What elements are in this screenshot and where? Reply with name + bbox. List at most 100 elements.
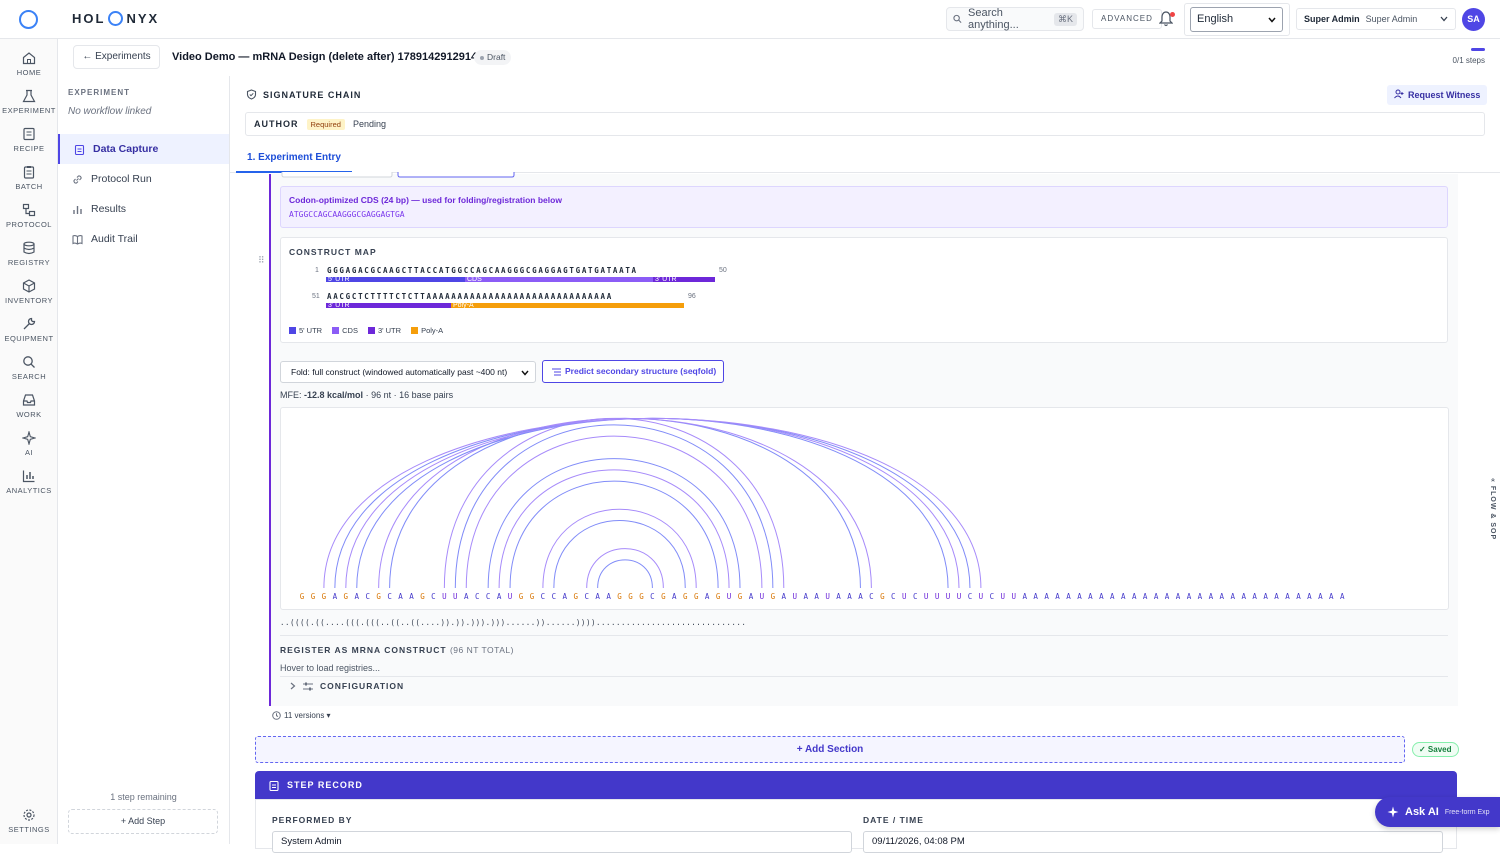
- global-search-input[interactable]: Search anything... ⌘K: [946, 7, 1084, 31]
- step-record-header: STEP RECORD: [255, 771, 1457, 799]
- request-witness-label: Request Witness: [1408, 90, 1481, 100]
- user-name: Super Admin: [1365, 14, 1418, 24]
- signature-heading-label: SIGNATURE CHAIN: [263, 89, 362, 100]
- clock-icon: [272, 711, 281, 720]
- advanced-search-button[interactable]: ADVANCED: [1092, 9, 1162, 29]
- chevron-down-icon: [521, 370, 529, 376]
- nucleotide-label: A: [1307, 592, 1312, 601]
- base-pair-arc: [323, 417, 982, 589]
- rail-item-ai[interactable]: AI: [0, 431, 58, 457]
- step-tabs: 1. Experiment Entry: [230, 145, 1500, 173]
- register-hint[interactable]: Hover to load registries...: [280, 663, 380, 673]
- segment-cds[interactable]: CDS: [465, 276, 653, 283]
- rail-label: HOME: [16, 68, 42, 77]
- nucleotide-label: A: [1044, 592, 1049, 601]
- rail-item-recipe[interactable]: RECIPE: [0, 127, 58, 153]
- clipboard-icon: [269, 780, 279, 791]
- add-section-button[interactable]: + Add Section: [255, 736, 1405, 763]
- fold-mode-select[interactable]: Fold: full construct (windowed automatic…: [280, 361, 536, 383]
- rail-item-inventory[interactable]: INVENTORY: [0, 279, 58, 305]
- drag-handle-icon[interactable]: ⠿: [258, 255, 265, 266]
- construct-row2-sequence: AACGCTCTTTTCTCTTAAAAAAAAAAAAAAAAAAAAAAAA…: [327, 292, 613, 301]
- row1-start: 1: [315, 267, 319, 274]
- segment-5utr[interactable]: 5' UTR: [326, 276, 465, 283]
- configuration-label: CONFIGURATION: [320, 681, 405, 691]
- app-logo-icon[interactable]: [19, 10, 38, 29]
- sidebar-item-protocol-run[interactable]: Protocol Run: [58, 164, 229, 194]
- back-to-experiments-button[interactable]: ← Experiments: [73, 45, 160, 69]
- sidebar-item-label: Data Capture: [93, 143, 159, 155]
- add-step-button[interactable]: + Add Step: [68, 809, 218, 834]
- signature-status: Pending: [352, 119, 386, 129]
- register-heading: REGISTER AS MRNA CONSTRUCT (96 NT TOTAL): [280, 645, 514, 655]
- flow-sop-tab[interactable]: « FLOW & SOP: [1486, 478, 1496, 540]
- ask-ai-button[interactable]: Ask AI Free-form Exp: [1375, 797, 1500, 827]
- nucleotide-label: A: [333, 592, 338, 601]
- avatar[interactable]: SA: [1462, 8, 1485, 31]
- rail-item-search[interactable]: SEARCH: [0, 355, 58, 381]
- nucleotide-label: C: [541, 592, 546, 601]
- left-nav-rail: HOME EXPERIMENT RECIPE BATCH PROTOCOL RE…: [0, 39, 58, 844]
- segment-polya[interactable]: Poly-A: [451, 302, 684, 309]
- sliders-icon: [303, 682, 313, 690]
- dot-bracket-notation: ..((((.((....(((.(((..((..((....)).)).))…: [280, 618, 747, 627]
- versions-dropdown[interactable]: 11 versions ▾: [272, 711, 331, 720]
- segment-label: Poly-A: [453, 302, 474, 309]
- base-pair-arc: [487, 458, 741, 589]
- sidebar-item-results[interactable]: Results: [58, 194, 229, 224]
- toolbar-buttons-partial: [281, 172, 515, 178]
- nucleotide-label: A: [1296, 592, 1301, 601]
- rail-item-work[interactable]: WORK: [0, 393, 58, 419]
- row1-end: 50: [719, 267, 727, 274]
- nucleotide-label: A: [497, 592, 502, 601]
- datetime-field[interactable]: 09/11/2026, 04:08 PM: [863, 831, 1443, 853]
- rail-item-settings[interactable]: SETTINGS: [0, 808, 58, 834]
- segment-3utr-row1[interactable]: 3' UTR: [653, 276, 715, 283]
- base-pair-arc: [334, 418, 971, 589]
- codon-title: Codon-optimized CDS (24 bp) — used for f…: [289, 195, 562, 205]
- bar-chart-icon: [73, 205, 82, 214]
- rail-item-analytics[interactable]: ANALYTICS: [0, 469, 58, 495]
- nucleotide-label: A: [1099, 592, 1104, 601]
- nucleotide-label: A: [1154, 592, 1159, 601]
- legend-label: 3' UTR: [377, 326, 402, 335]
- performed-by-value: System Admin: [281, 836, 342, 847]
- nucleotide-label: U: [1001, 592, 1006, 601]
- sidebar-item-data-capture[interactable]: Data Capture: [58, 134, 229, 164]
- rail-item-experiment[interactable]: EXPERIMENT: [0, 89, 58, 115]
- language-select[interactable]: English: [1190, 7, 1283, 32]
- box-icon: [22, 279, 36, 293]
- configuration-toggle[interactable]: CONFIGURATION: [290, 681, 404, 691]
- rail-item-registry[interactable]: REGISTRY: [0, 241, 58, 267]
- rail-item-protocol[interactable]: PROTOCOL: [0, 203, 58, 229]
- predict-structure-button[interactable]: Predict secondary structure (seqfold): [542, 360, 724, 383]
- performed-by-field[interactable]: System Admin: [272, 831, 852, 853]
- nucleotide-label: A: [1187, 592, 1192, 601]
- rail-item-home[interactable]: HOME: [0, 51, 58, 77]
- step-record-body: PERFORMED BY System Admin DATE / TIME 09…: [255, 799, 1457, 853]
- request-witness-button[interactable]: Request Witness: [1387, 85, 1488, 105]
- rail-label: ANALYTICS: [6, 486, 52, 495]
- nucleotide-label: C: [869, 592, 874, 601]
- book-icon: [72, 234, 83, 245]
- construct-legend: 5' UTR CDS 3' UTR Poly-A: [289, 326, 443, 335]
- rail-label: PROTOCOL: [6, 220, 52, 229]
- nucleotide-label: U: [442, 592, 447, 601]
- rail-item-batch[interactable]: BATCH: [0, 165, 58, 191]
- nucleotide-label: A: [1055, 592, 1060, 601]
- tab-experiment-entry[interactable]: 1. Experiment Entry: [236, 145, 352, 173]
- nucleotide-label: U: [1011, 592, 1016, 601]
- user-menu[interactable]: Super Admin Super Admin: [1296, 8, 1456, 30]
- nucleotide-label: G: [617, 592, 622, 601]
- nucleotide-label: A: [1088, 592, 1093, 601]
- segment-3utr-row2[interactable]: 3' UTR: [326, 302, 451, 309]
- sidebar-item-audit-trail[interactable]: Audit Trail: [58, 224, 229, 254]
- ask-ai-label: Ask AI: [1405, 806, 1439, 818]
- ask-ai-sub: Free-form Exp: [1444, 808, 1490, 816]
- brand-wordmark: HOL NYX: [72, 11, 159, 26]
- nucleotide-label: U: [508, 592, 513, 601]
- nucleotide-label: A: [705, 592, 710, 601]
- rail-item-equipment[interactable]: EQUIPMENT: [0, 317, 58, 343]
- brand-o-icon: [108, 11, 124, 26]
- legend-label: 5' UTR: [299, 326, 323, 335]
